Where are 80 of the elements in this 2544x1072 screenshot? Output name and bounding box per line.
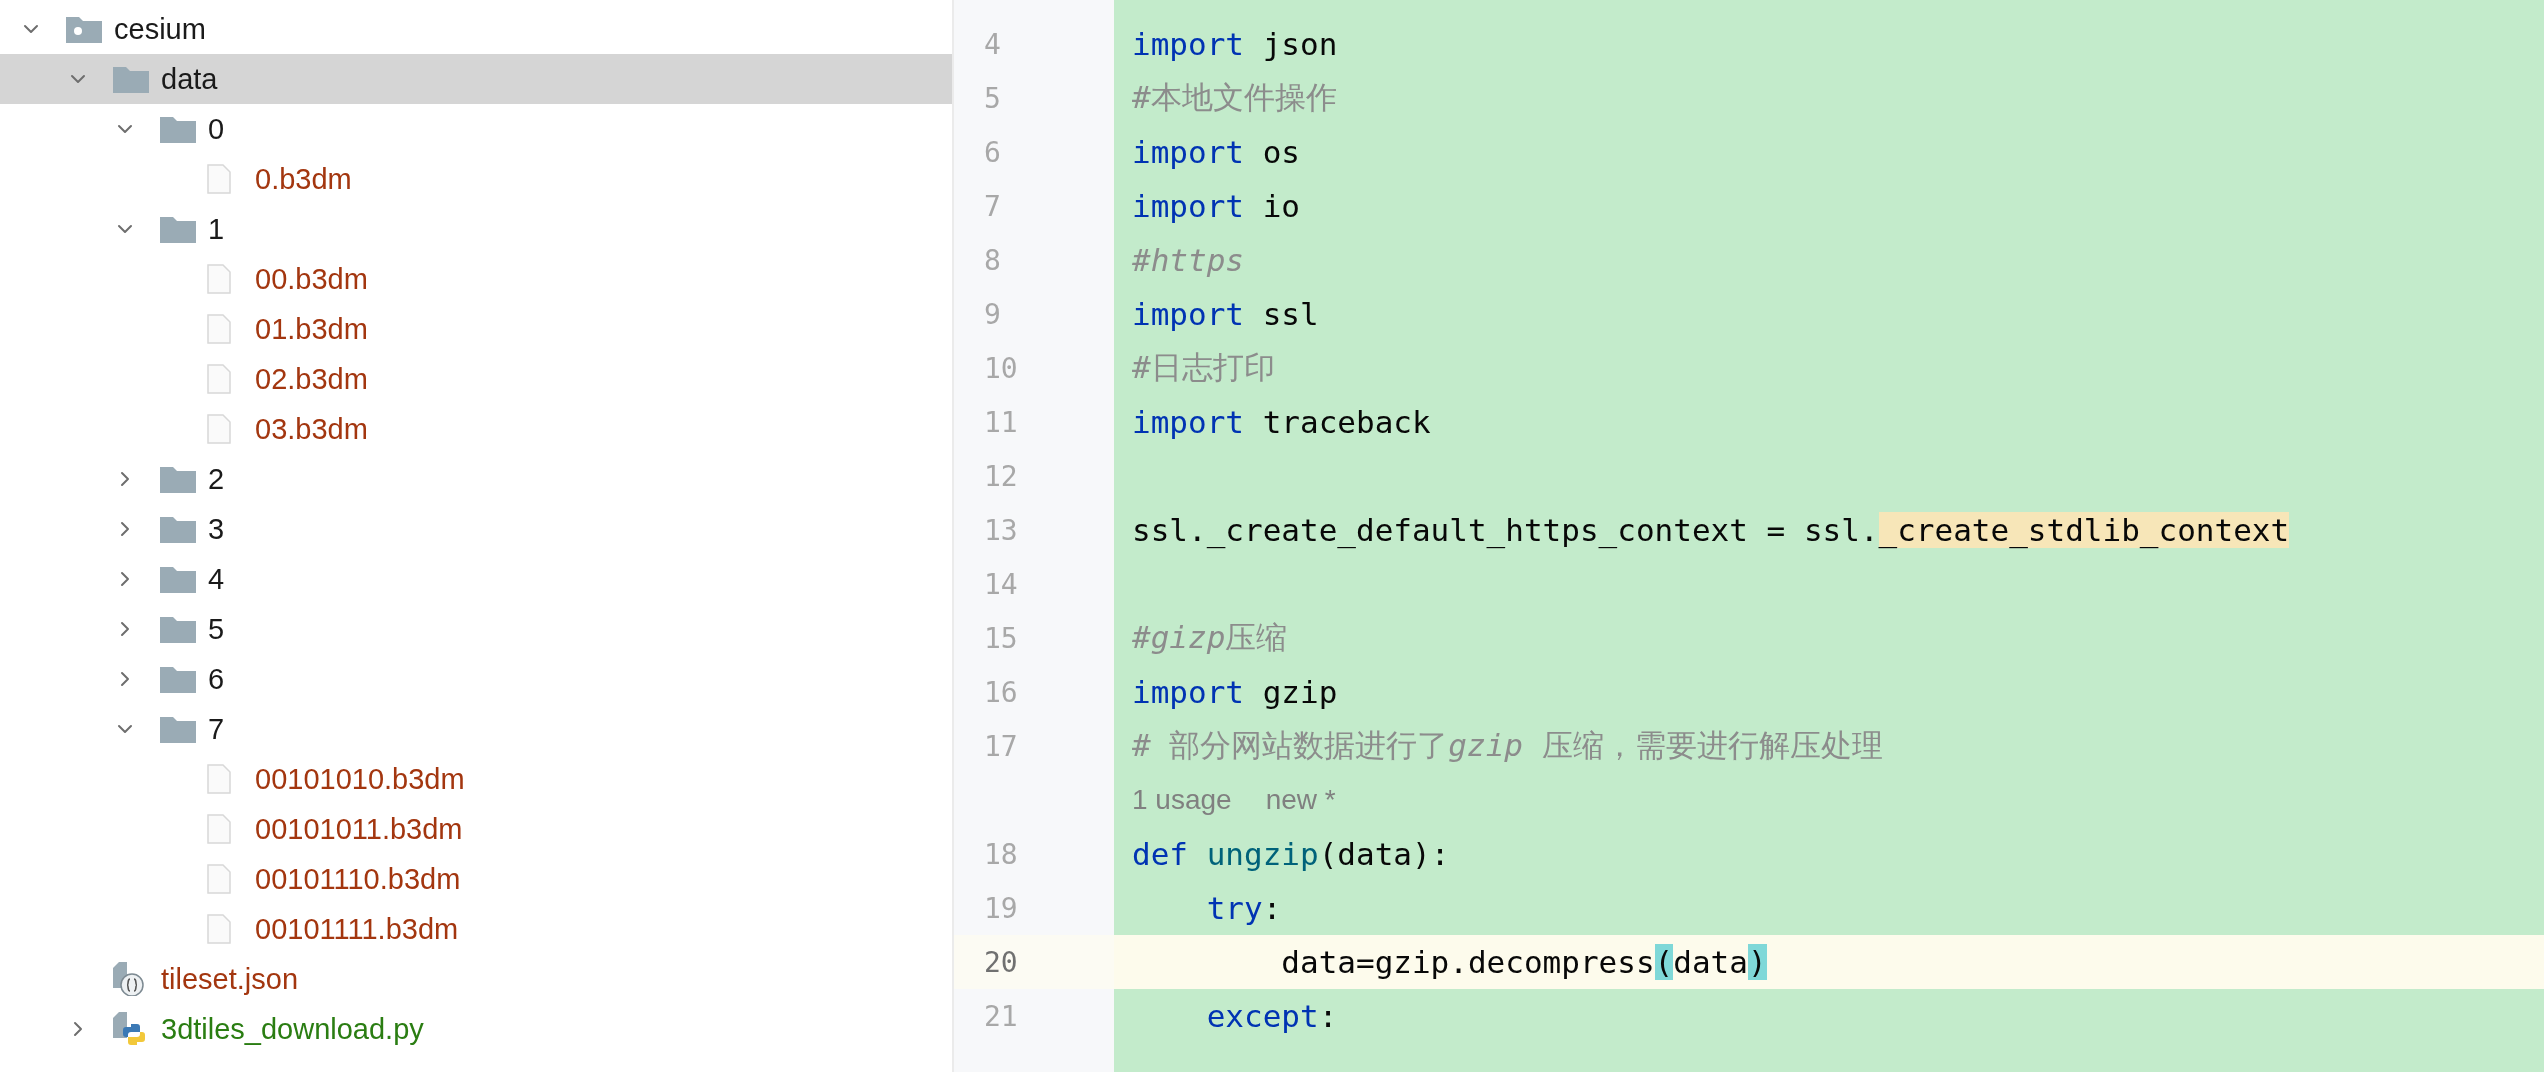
tree-row[interactable]: 1 xyxy=(0,204,952,254)
code-line: import io xyxy=(1132,188,1300,224)
code-line: #gizp压缩 xyxy=(1132,618,1288,657)
tree-row[interactable]: 00101011.b3dm xyxy=(0,804,952,854)
code-line: #本地文件操作 xyxy=(1132,78,1337,117)
json-file-icon xyxy=(113,962,145,996)
tree-row[interactable]: cesium xyxy=(0,4,952,54)
tree-item-label: 03.b3dm xyxy=(255,412,368,446)
tree-row[interactable]: tileset.json xyxy=(0,954,952,1004)
folder-icon xyxy=(160,115,196,143)
tree-row[interactable]: 2 xyxy=(0,454,952,504)
tree-item-label: tileset.json xyxy=(161,962,298,996)
code-line: import json xyxy=(1132,26,1338,62)
file-icon xyxy=(207,314,231,344)
tree-row[interactable]: 6 xyxy=(0,654,952,704)
module-folder-icon xyxy=(66,15,102,43)
file-icon xyxy=(207,814,231,844)
folder-icon xyxy=(160,215,196,243)
folder-icon xyxy=(160,465,196,493)
folder-icon xyxy=(160,615,196,643)
code-line: #日志打印 xyxy=(1132,348,1275,387)
code-line: # 部分网站数据进行了gzip 压缩，需要进行解压处理 xyxy=(1132,726,1883,765)
code-line: ssl._create_default_https_context = ssl._create_stdlib_context xyxy=(1132,512,2290,548)
code-line: import os xyxy=(1132,134,1300,170)
line-number: 20 xyxy=(954,935,1114,989)
file-icon xyxy=(207,164,231,194)
tree-item-label: 01.b3dm xyxy=(255,312,368,346)
tree-item-label: 2 xyxy=(208,462,225,496)
tree-row[interactable]: 3 xyxy=(0,504,952,554)
tree-row[interactable]: 02.b3dm xyxy=(0,354,952,404)
file-icon xyxy=(207,414,231,444)
tree-row[interactable]: 01.b3dm xyxy=(0,304,952,354)
tree-row[interactable]: 00101110.b3dm xyxy=(0,854,952,904)
folder-icon xyxy=(160,715,196,743)
tree-item-label: 0.b3dm xyxy=(255,162,352,196)
file-icon xyxy=(207,364,231,394)
tree-row[interactable]: data xyxy=(0,54,952,104)
file-icon xyxy=(207,264,231,294)
tree-row[interactable]: 3dtiles_download.py xyxy=(0,1004,952,1054)
tree-row[interactable]: 00.b3dm xyxy=(0,254,952,304)
tree-item-label: 0 xyxy=(208,112,225,146)
tree-item-label: 3dtiles_download.py xyxy=(161,1012,424,1046)
file-icon xyxy=(207,864,231,894)
tree-item-label: 00101111.b3dm xyxy=(255,912,459,946)
tree-item-label: 3 xyxy=(208,512,225,546)
file-icon xyxy=(207,914,231,944)
tree-item-label: 6 xyxy=(208,662,225,696)
tree-row[interactable]: 7 xyxy=(0,704,952,754)
tree-row[interactable]: 4 xyxy=(0,554,952,604)
code-line: except: xyxy=(1205,998,1338,1034)
tree-item-label: 00101110.b3dm xyxy=(255,862,461,896)
tree-row[interactable]: 0 xyxy=(0,104,952,154)
python-file-icon xyxy=(113,1012,145,1046)
code-line: import gzip xyxy=(1132,674,1338,710)
code-line: import ssl xyxy=(1132,296,1319,332)
tree-item-label: 00101010.b3dm xyxy=(255,762,465,796)
folder-icon xyxy=(160,665,196,693)
code-line: try: xyxy=(1205,890,1282,926)
tree-row[interactable]: 00101010.b3dm xyxy=(0,754,952,804)
tree-item-label: 5 xyxy=(208,612,225,646)
tree-row[interactable]: 00101111.b3dm xyxy=(0,904,952,954)
file-icon xyxy=(207,764,231,794)
tree-item-label: cesium xyxy=(114,12,206,46)
tree-item-label: 00.b3dm xyxy=(255,262,368,296)
tree-item-label: 4 xyxy=(208,562,225,596)
tree-row[interactable]: 5 xyxy=(0,604,952,654)
tree-item-label: 1 xyxy=(208,212,225,246)
tree-row[interactable]: 03.b3dm xyxy=(0,404,952,454)
code-line: def ungzip(data): xyxy=(1132,836,1450,872)
code-line: import traceback xyxy=(1132,404,1431,440)
tree-item-label: data xyxy=(161,62,218,96)
tree-item-label: 7 xyxy=(208,712,225,746)
tree-item-label: 00101011.b3dm xyxy=(255,812,463,846)
folder-icon xyxy=(160,515,196,543)
folder-icon xyxy=(113,65,149,93)
code-line: #https xyxy=(1132,242,1244,278)
tree-row[interactable]: 0.b3dm xyxy=(0,154,952,204)
folder-icon xyxy=(160,565,196,593)
tree-item-label: 02.b3dm xyxy=(255,362,368,396)
code-line: data=gzip.decompress(data) xyxy=(1280,944,1767,980)
